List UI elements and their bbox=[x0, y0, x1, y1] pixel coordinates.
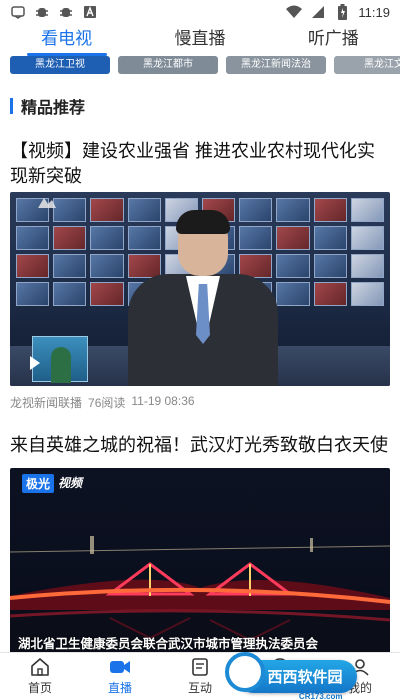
status-left-icons bbox=[10, 4, 98, 20]
font-icon bbox=[82, 4, 98, 20]
channel-chip[interactable]: 黑龙江卫视 bbox=[10, 56, 110, 74]
top-tabs: 看电视 慢直播 听广播 bbox=[0, 24, 400, 56]
bug-icon bbox=[58, 4, 74, 20]
home-icon bbox=[29, 657, 51, 677]
channel-chip[interactable]: 黑龙江都市 bbox=[118, 56, 218, 74]
watermark-subtext: CR173.com bbox=[298, 691, 343, 700]
article-title[interactable]: 来自英雄之城的祝福！武汉灯光秀致敬白衣天使 bbox=[10, 433, 390, 458]
news-anchor bbox=[128, 210, 278, 386]
channel-logo-icon bbox=[36, 196, 58, 212]
video-caption: 湖北省卫生健康委员会联合武汉市城市管理执法委员会 bbox=[18, 637, 319, 651]
wifi-icon bbox=[286, 4, 303, 20]
watermark-ring-icon bbox=[225, 651, 266, 692]
picture-in-picture bbox=[32, 336, 88, 383]
status-right-icons: 11:19 bbox=[286, 4, 390, 20]
status-time: 11:19 bbox=[358, 4, 390, 20]
watermark-badge: 西西软件园 CR173.com bbox=[225, 651, 357, 700]
signal-icon bbox=[310, 4, 326, 20]
nav-label: 直播 bbox=[107, 681, 132, 695]
nav-label: 互动 bbox=[187, 681, 212, 695]
video-thumbnail[interactable]: 极光 视频 湖北省卫生健康委员会联合武汉市城市管理执法委员会 bbox=[10, 468, 390, 654]
section-header: 精品推荐 bbox=[10, 96, 86, 117]
play-icon[interactable] bbox=[30, 356, 40, 370]
article-title[interactable]: 【视频】建设农业强省 推进农业农村现代化实现新突破 bbox=[10, 139, 390, 189]
article-datetime: 11-19 08:36 bbox=[131, 394, 195, 408]
thumbnail-brand: 极光 bbox=[22, 474, 55, 493]
section-title: 精品推荐 bbox=[21, 100, 86, 117]
channel-chip[interactable]: 黑龙江文 bbox=[334, 56, 400, 74]
article-reads: 76阅读 bbox=[88, 396, 126, 410]
tab-radio[interactable]: 听广播 bbox=[267, 24, 400, 56]
bug-icon bbox=[34, 4, 50, 20]
nav-live[interactable]: 直播 bbox=[80, 653, 160, 700]
channel-strip: 黑龙江卫视 黑龙江都市 黑龙江新闻法治 黑龙江文 bbox=[0, 56, 400, 78]
notification-icon bbox=[10, 4, 26, 20]
thumbnail-label: 极光 视频 bbox=[22, 474, 82, 493]
article-source: 龙视新闻联播 bbox=[10, 396, 83, 410]
tab-tv[interactable]: 看电视 bbox=[0, 24, 133, 56]
live-camera-icon bbox=[109, 657, 131, 677]
video-thumbnail[interactable] bbox=[10, 192, 390, 386]
status-bar: 11:19 bbox=[0, 0, 400, 24]
tab-slow-live[interactable]: 慢直播 bbox=[133, 24, 266, 56]
nav-label: 首页 bbox=[27, 681, 52, 695]
thumbnail-kind: 视频 bbox=[58, 476, 83, 490]
channel-chip[interactable]: 黑龙江新闻法治 bbox=[226, 56, 326, 74]
article-meta: 龙视新闻联播 76阅读 11-19 08:36 bbox=[10, 394, 390, 411]
watermark-logo: 西西软件园 CR173.com bbox=[212, 651, 382, 700]
interact-icon bbox=[189, 657, 211, 677]
watermark-text: 西西软件园 bbox=[267, 668, 343, 686]
nav-home[interactable]: 首页 bbox=[0, 653, 80, 700]
battery-icon bbox=[334, 4, 350, 20]
section-accent-bar bbox=[10, 98, 13, 114]
